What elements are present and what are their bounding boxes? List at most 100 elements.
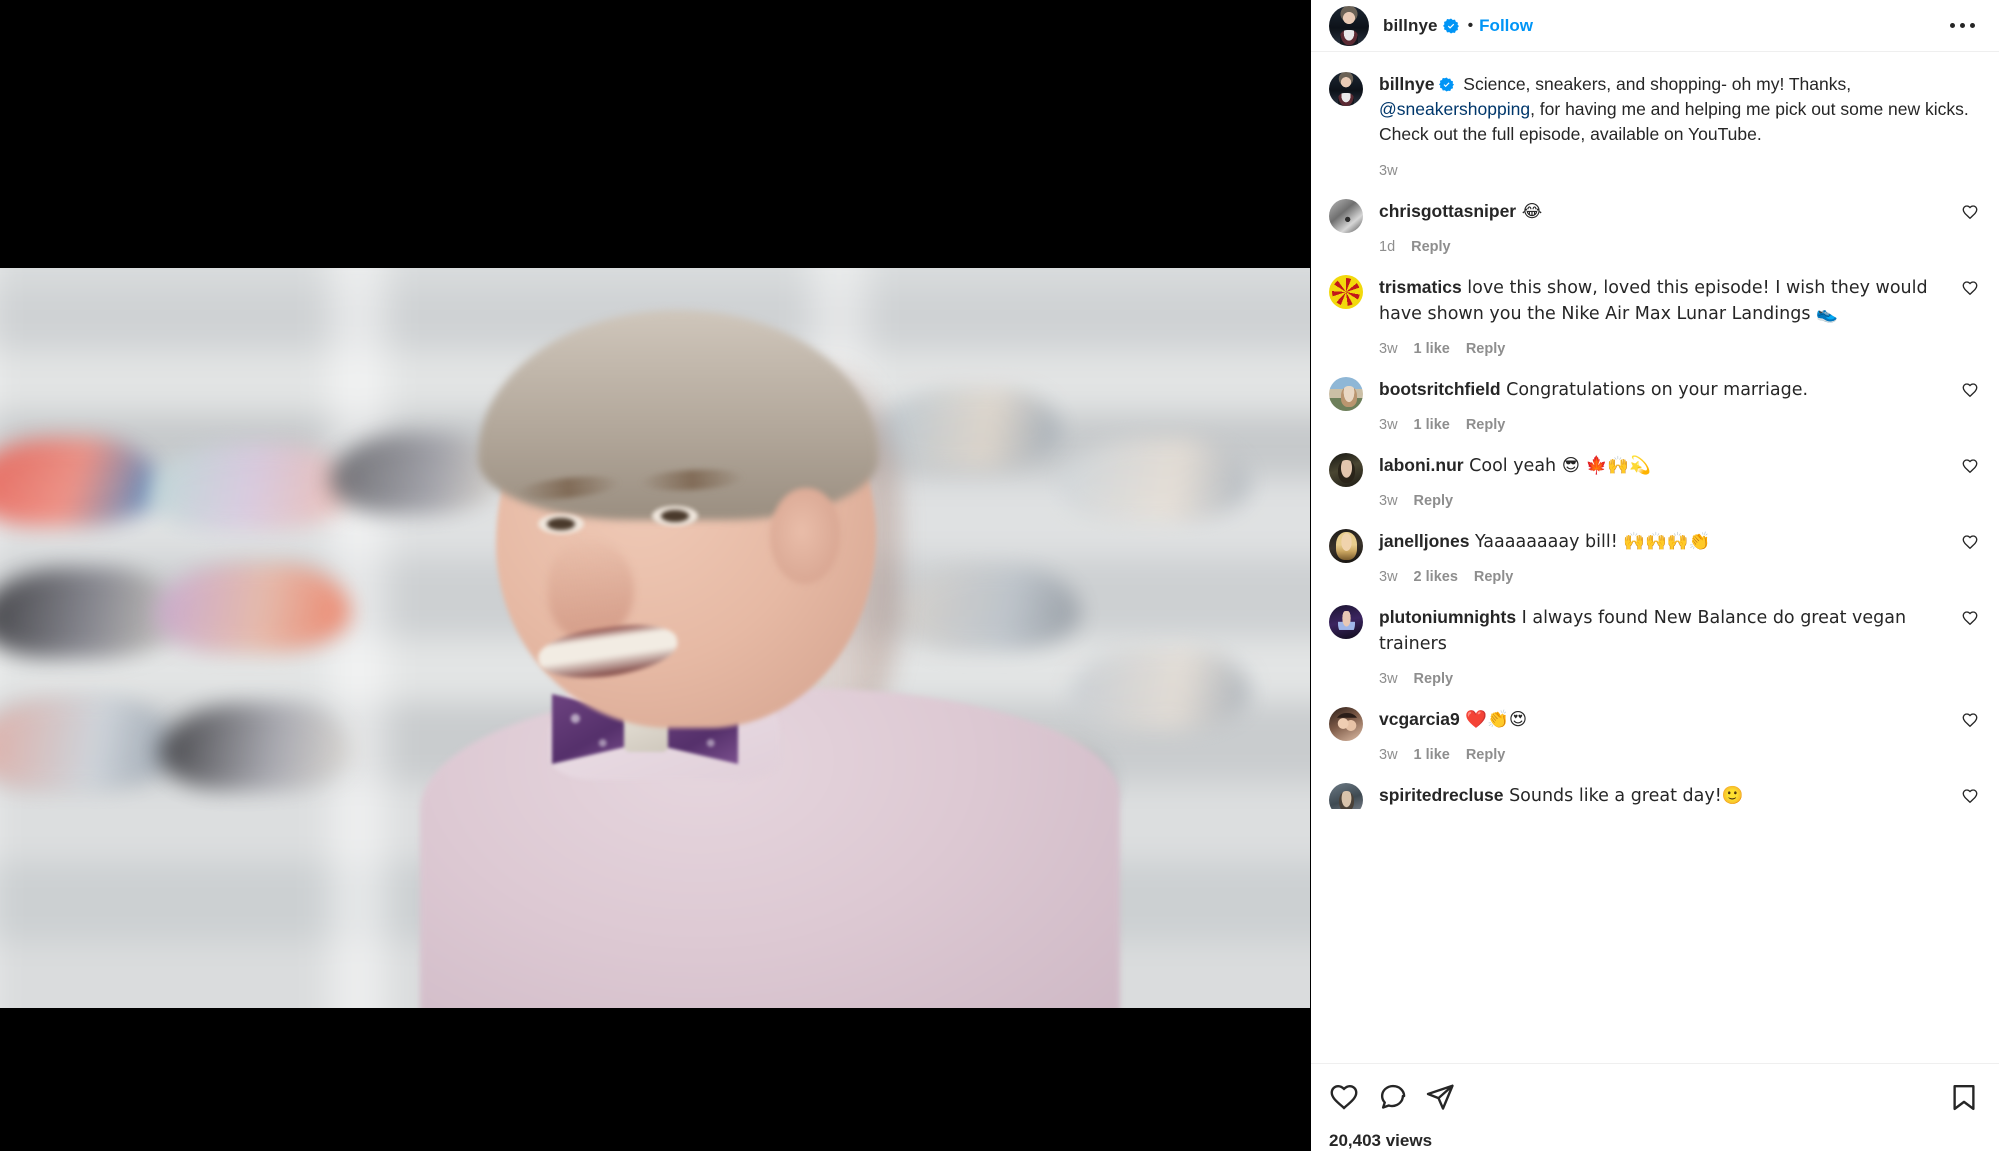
- avatar[interactable]: [1329, 72, 1363, 106]
- heart-icon[interactable]: [1329, 1082, 1359, 1117]
- letterbox-bottom: [0, 1008, 1310, 1151]
- avatar[interactable]: [1329, 199, 1363, 233]
- post-action-bar: 20,403 views: [1311, 1063, 1999, 1151]
- post-author-username[interactable]: billnye: [1383, 16, 1438, 36]
- comment-text: spiritedrecluse Sounds like a great day!…: [1379, 783, 1935, 809]
- comment-like-icon[interactable]: [1961, 279, 1979, 297]
- comment-reply-button[interactable]: Reply: [1466, 341, 1506, 357]
- post-caption: billnye Science, sneakers, and shopping-…: [1329, 52, 1979, 179]
- caption-text-part-1: Science, sneakers, and shopping- oh my! …: [1458, 74, 1852, 94]
- comment-icon[interactable]: [1377, 1082, 1407, 1117]
- comment-meta: 3w Reply: [1379, 493, 1935, 509]
- comment-item: plutoniumnights I always found New Balan…: [1329, 585, 1979, 687]
- follow-button[interactable]: Follow: [1479, 16, 1533, 36]
- comment-likes-count[interactable]: 1 like: [1414, 341, 1450, 357]
- comment-item: trismatics love this show, loved this ep…: [1329, 255, 1979, 357]
- avatar[interactable]: [1329, 605, 1363, 639]
- avatar[interactable]: [1329, 707, 1363, 741]
- comment-body-text: Congratulations on your marriage.: [1500, 380, 1809, 400]
- shelf-sneaker: [0, 698, 175, 790]
- post-author: billnye • Follow: [1369, 16, 1533, 36]
- comment-reply-button[interactable]: Reply: [1466, 417, 1506, 433]
- verified-icon: [1439, 74, 1455, 92]
- instagram-post-view: billnye • Follow billnye Science, sneake…: [0, 0, 1999, 1151]
- comment-likes-count[interactable]: 1 like: [1414, 417, 1450, 433]
- comment-likes-count[interactable]: 2 likes: [1414, 569, 1458, 585]
- comment-meta: 3w 1 like Reply: [1379, 747, 1935, 763]
- comment-username[interactable]: laboni.nur: [1379, 455, 1464, 475]
- comment-meta: 1d Reply: [1379, 239, 1935, 255]
- comment-text: chrisgottasniper 😂: [1379, 199, 1935, 225]
- shelf-sneaker: [1060, 438, 1250, 522]
- video-subject-bill-nye: [300, 308, 1120, 1008]
- action-icons: [1329, 1082, 1979, 1117]
- avatar[interactable]: [1329, 377, 1363, 411]
- comment-like-icon[interactable]: [1961, 609, 1979, 627]
- comment-username[interactable]: chrisgottasniper: [1379, 201, 1516, 221]
- comment-meta: 3w Reply: [1379, 671, 1935, 687]
- comment-reply-button[interactable]: Reply: [1474, 569, 1514, 585]
- comment-text: plutoniumnights I always found New Balan…: [1379, 605, 1935, 657]
- caption-mention[interactable]: @sneakershopping: [1379, 99, 1530, 119]
- comment-text: bootsritchfield Congratulations on your …: [1379, 377, 1935, 403]
- comment-item: vcgarcia9 ❤️👏😍 3w 1 like Reply: [1329, 687, 1979, 763]
- eye-right: [652, 506, 698, 526]
- avatar[interactable]: [1329, 453, 1363, 487]
- shelf-sneaker: [0, 568, 180, 658]
- verified-icon: [1442, 18, 1459, 34]
- comment-timestamp: 3w: [1379, 493, 1398, 509]
- comment-like-icon[interactable]: [1961, 457, 1979, 475]
- comment-username[interactable]: vcgarcia9: [1379, 709, 1460, 729]
- comment-text: janelljones Yaaaaaaaay bill! 🙌🙌🙌👏: [1379, 529, 1935, 555]
- comment-timestamp: 3w: [1379, 417, 1398, 433]
- comment-body-text: ❤️👏😍: [1459, 710, 1528, 730]
- letterbox-top: [0, 0, 1310, 268]
- share-icon[interactable]: [1425, 1082, 1455, 1117]
- comment-username[interactable]: bootsritchfield: [1379, 379, 1501, 399]
- comment-body-text: 😂: [1516, 202, 1543, 222]
- comment-likes-count[interactable]: 1 like: [1414, 747, 1450, 763]
- comment-body-text: Cool yeah 😎 🍁🙌💫: [1463, 456, 1651, 476]
- caption-username[interactable]: billnye: [1379, 74, 1434, 94]
- shelf-sneaker: [1070, 648, 1250, 730]
- comments-list[interactable]: billnye Science, sneakers, and shopping-…: [1311, 52, 1999, 1063]
- comment-reply-button[interactable]: Reply: [1466, 747, 1506, 763]
- comment-like-icon[interactable]: [1961, 381, 1979, 399]
- comment-like-icon[interactable]: [1961, 787, 1979, 805]
- comment-reply-button[interactable]: Reply: [1411, 239, 1451, 255]
- avatar[interactable]: [1329, 529, 1363, 563]
- caption-timestamp: 3w: [1379, 163, 1398, 179]
- comment-like-icon[interactable]: [1961, 533, 1979, 551]
- comment-body-text: Sounds like a great day!🙂: [1503, 786, 1744, 806]
- comment-body-text: love this show, loved this episode! I wi…: [1379, 278, 1928, 324]
- comment-reply-button[interactable]: Reply: [1414, 671, 1454, 687]
- comment-meta: 3w 2 likes Reply: [1379, 569, 1935, 585]
- avatar[interactable]: [1329, 783, 1363, 809]
- comment-item: bootsritchfield Congratulations on your …: [1329, 357, 1979, 433]
- comment-item: spiritedrecluse Sounds like a great day!…: [1329, 763, 1979, 809]
- comment-reply-button[interactable]: Reply: [1414, 493, 1454, 509]
- comment-username[interactable]: plutoniumnights: [1379, 607, 1516, 627]
- post-header: billnye • Follow: [1311, 0, 1999, 52]
- comment-item: janelljones Yaaaaaaaay bill! 🙌🙌🙌👏 3w 2 l…: [1329, 509, 1979, 585]
- comment-timestamp: 3w: [1379, 569, 1398, 585]
- comment-like-icon[interactable]: [1961, 203, 1979, 221]
- header-separator: •: [1467, 16, 1474, 34]
- comment-meta: 3w 1 like Reply: [1379, 417, 1935, 433]
- comment-like-icon[interactable]: [1961, 711, 1979, 729]
- bookmark-icon[interactable]: [1949, 1082, 1979, 1117]
- post-media-pane[interactable]: [0, 0, 1310, 1151]
- video-player[interactable]: [0, 268, 1310, 1008]
- avatar[interactable]: [1329, 275, 1363, 309]
- comment-text: vcgarcia9 ❤️👏😍: [1379, 707, 1935, 733]
- comment-timestamp: 3w: [1379, 341, 1398, 357]
- comment-username[interactable]: trismatics: [1379, 277, 1462, 297]
- shelf-sneaker: [0, 438, 160, 526]
- comment-username[interactable]: janelljones: [1379, 531, 1469, 551]
- ear: [770, 488, 840, 584]
- more-options-icon[interactable]: [1946, 15, 1979, 36]
- comment-username[interactable]: spiritedrecluse: [1379, 785, 1504, 805]
- comment-timestamp: 3w: [1379, 747, 1398, 763]
- caption-text: billnye Science, sneakers, and shopping-…: [1379, 72, 1969, 147]
- avatar[interactable]: [1329, 5, 1369, 46]
